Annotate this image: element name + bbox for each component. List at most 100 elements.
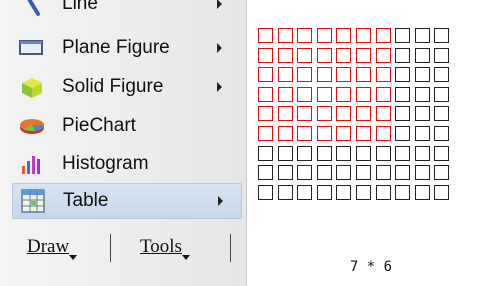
grid-cell-selected[interactable]	[317, 106, 332, 121]
grid-cell[interactable]	[297, 146, 312, 161]
grid-cell-selected[interactable]	[376, 48, 391, 63]
grid-cell-selected[interactable]	[356, 28, 371, 43]
grid-cell-selected[interactable]	[317, 87, 332, 102]
grid-cell-selected[interactable]	[336, 87, 351, 102]
grid-cell[interactable]	[356, 146, 371, 161]
grid-cell-selected[interactable]	[278, 106, 293, 121]
grid-cell-selected[interactable]	[297, 48, 312, 63]
grid-cell[interactable]	[336, 146, 351, 161]
menu-item-line[interactable]: Line	[12, 0, 240, 22]
grid-cell[interactable]	[415, 185, 430, 200]
grid-cell[interactable]	[415, 126, 430, 141]
grid-cell[interactable]	[434, 185, 449, 200]
grid-cell-selected[interactable]	[317, 67, 332, 82]
grid-cell[interactable]	[356, 185, 371, 200]
grid-cell[interactable]	[434, 146, 449, 161]
grid-cell-selected[interactable]	[356, 48, 371, 63]
grid-cell-selected[interactable]	[376, 87, 391, 102]
grid-cell[interactable]	[336, 185, 351, 200]
grid-cell[interactable]	[376, 165, 391, 180]
grid-cell[interactable]	[395, 67, 410, 82]
grid-cell-selected[interactable]	[356, 87, 371, 102]
grid-cell-selected[interactable]	[258, 28, 273, 43]
grid-cell[interactable]	[415, 67, 430, 82]
grid-cell-selected[interactable]	[258, 48, 273, 63]
grid-cell[interactable]	[317, 165, 332, 180]
grid-cell-selected[interactable]	[317, 126, 332, 141]
grid-cell-selected[interactable]	[297, 28, 312, 43]
grid-cell-selected[interactable]	[278, 67, 293, 82]
grid-cell[interactable]	[434, 165, 449, 180]
grid-cell-selected[interactable]	[278, 87, 293, 102]
tab-draw[interactable]: Draw	[27, 236, 78, 260]
grid-cell-selected[interactable]	[376, 67, 391, 82]
grid-cell[interactable]	[434, 67, 449, 82]
menu-item-table[interactable]: Table	[12, 183, 242, 219]
grid-cell[interactable]	[415, 87, 430, 102]
grid-cell-selected[interactable]	[336, 67, 351, 82]
grid-cell[interactable]	[415, 146, 430, 161]
grid-cell-selected[interactable]	[376, 28, 391, 43]
grid-cell[interactable]	[395, 146, 410, 161]
grid-cell-selected[interactable]	[297, 126, 312, 141]
grid-cell[interactable]	[395, 165, 410, 180]
grid-cell[interactable]	[395, 106, 410, 121]
grid-cell[interactable]	[395, 126, 410, 141]
grid-cell-selected[interactable]	[336, 48, 351, 63]
grid-cell-selected[interactable]	[278, 28, 293, 43]
menu-item-piechart[interactable]: PieChart	[12, 108, 240, 144]
grid-cell-selected[interactable]	[297, 87, 312, 102]
grid-cell[interactable]	[415, 106, 430, 121]
grid-cell-selected[interactable]	[258, 106, 273, 121]
grid-cell[interactable]	[434, 28, 449, 43]
grid-cell-selected[interactable]	[336, 28, 351, 43]
plane-figure-icon	[12, 33, 52, 63]
grid-cell-selected[interactable]	[278, 126, 293, 141]
grid-cell[interactable]	[415, 28, 430, 43]
grid-cell[interactable]	[415, 165, 430, 180]
menu-item-label: Plane Figure	[62, 37, 170, 58]
menu-item-plane-figure[interactable]: Plane Figure	[12, 30, 240, 66]
grid-cell-selected[interactable]	[336, 126, 351, 141]
grid-cell[interactable]	[258, 185, 273, 200]
grid-cell-selected[interactable]	[356, 126, 371, 141]
grid-cell-selected[interactable]	[297, 67, 312, 82]
grid-cell[interactable]	[336, 165, 351, 180]
grid-cell[interactable]	[415, 48, 430, 63]
menu-item-histogram[interactable]: Histogram	[12, 146, 240, 182]
grid-cell[interactable]	[297, 185, 312, 200]
grid-cell-selected[interactable]	[258, 87, 273, 102]
grid-cell-selected[interactable]	[297, 106, 312, 121]
grid-cell[interactable]	[395, 185, 410, 200]
grid-cell-selected[interactable]	[336, 106, 351, 121]
tab-tools[interactable]: Tools	[140, 236, 190, 260]
grid-cell[interactable]	[258, 146, 273, 161]
grid-cell-selected[interactable]	[278, 48, 293, 63]
grid-cell[interactable]	[317, 146, 332, 161]
grid-cell[interactable]	[434, 87, 449, 102]
grid-cell[interactable]	[434, 126, 449, 141]
grid-cell[interactable]	[434, 48, 449, 63]
grid-cell[interactable]	[434, 106, 449, 121]
grid-cell[interactable]	[278, 165, 293, 180]
grid-cell[interactable]	[278, 146, 293, 161]
grid-cell[interactable]	[395, 28, 410, 43]
grid-cell[interactable]	[258, 165, 273, 180]
grid-cell[interactable]	[376, 185, 391, 200]
grid-cell-selected[interactable]	[376, 106, 391, 121]
grid-cell[interactable]	[395, 87, 410, 102]
grid-cell[interactable]	[356, 165, 371, 180]
grid-cell-selected[interactable]	[317, 28, 332, 43]
grid-cell[interactable]	[297, 165, 312, 180]
menu-item-solid-figure[interactable]: Solid Figure	[12, 69, 240, 105]
grid-cell[interactable]	[278, 185, 293, 200]
grid-cell-selected[interactable]	[317, 48, 332, 63]
grid-cell-selected[interactable]	[376, 126, 391, 141]
grid-cell-selected[interactable]	[356, 106, 371, 121]
grid-cell[interactable]	[317, 185, 332, 200]
grid-cell-selected[interactable]	[258, 126, 273, 141]
grid-cell[interactable]	[376, 146, 391, 161]
grid-cell-selected[interactable]	[356, 67, 371, 82]
grid-cell[interactable]	[395, 48, 410, 63]
grid-cell-selected[interactable]	[258, 67, 273, 82]
